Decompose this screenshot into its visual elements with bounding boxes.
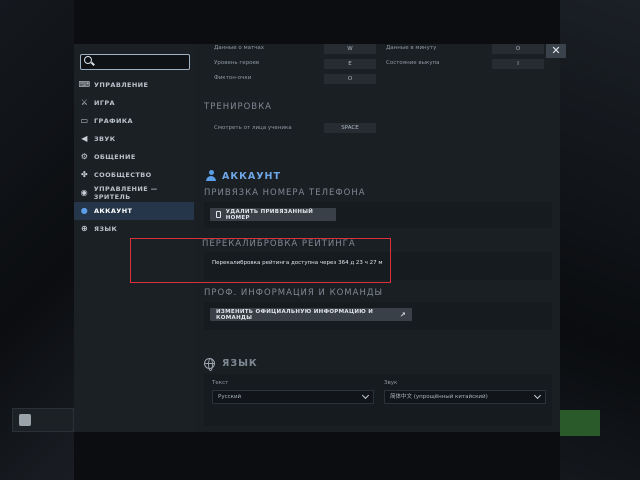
hotkey-label: Данные в минуту — [386, 45, 437, 51]
sidebar-item-label: АККАУНТ — [94, 207, 133, 215]
chevron-down-icon — [533, 391, 542, 400]
background-right — [560, 0, 640, 480]
hotkey-label: Уровень героев — [214, 60, 260, 66]
background-chat-button — [12, 408, 74, 432]
community-icon: ✤ — [80, 170, 89, 179]
hotkey-label: Фиктон-очки — [214, 75, 252, 81]
globe-icon: ⊕ — [80, 224, 89, 233]
background-play-button — [560, 410, 600, 436]
close-button[interactable]: ✕ — [546, 44, 566, 58]
phone-icon — [216, 211, 221, 218]
sidebar-item-social[interactable]: ⚙ ОБЩЕНИЕ — [74, 148, 194, 166]
hotkey-label: Смотреть от лица ученика — [214, 125, 292, 131]
remove-phone-button[interactable]: УДАЛИТЬ ПРИВЯЗАННЫЙ НОМЕР — [210, 208, 336, 221]
sidebar-item-controls[interactable]: ⌨ УПРАВЛЕНИЕ — [74, 76, 194, 94]
user-icon: ● — [80, 206, 89, 215]
hotkey-button[interactable]: O — [324, 74, 376, 84]
account-header: АККАУНТ — [198, 158, 556, 184]
account-title: АККАУНТ — [222, 171, 281, 182]
gamepad-icon: ⌨ — [78, 80, 91, 89]
button-label: ИЗМЕНИТЬ ОФИЦИАЛЬНУЮ ИНФОРМАЦИЮ И КОМАНД… — [216, 308, 374, 321]
audio-language-select[interactable]: 简体中文 (упрощённый китайский) — [384, 390, 546, 404]
chat-icon — [19, 414, 31, 426]
recalibration-highlight-box — [130, 238, 391, 283]
button-label: УДАЛИТЬ ПРИВЯЗАННЫЙ НОМЕР — [225, 208, 314, 221]
language-title: ЯЗЫК — [222, 358, 258, 369]
external-link-icon: ↗ — [399, 310, 406, 319]
hotkey-button[interactable]: I — [492, 59, 544, 69]
hotkey-button[interactable]: E — [324, 59, 376, 69]
search-input[interactable] — [80, 54, 190, 70]
speaker-icon: ◀ — [81, 134, 88, 143]
sidebar-nav: ⌨ УПРАВЛЕНИЕ ⚔ ИГРА ▭ ГРАФИКА ◀ ЗВУК ⚙ ОБЩЕНИ… — [74, 76, 194, 238]
select-value: Русский — [218, 394, 242, 400]
sidebar-item-label: УПРАВЛЕНИЕ — ЗРИТЕЛЬ — [93, 185, 158, 201]
text-language-label: Текст — [212, 380, 229, 386]
sidebar-item-label: ОБЩЕНИЕ — [94, 153, 136, 161]
sidebar-item-graphics[interactable]: ▭ ГРАФИКА — [74, 112, 194, 130]
hotkey-button[interactable]: O — [492, 44, 544, 54]
sidebar-item-account[interactable]: ● АККАУНТ — [74, 202, 194, 220]
sidebar-item-language[interactable]: ⊕ ЯЗЫК — [74, 220, 194, 238]
edit-pro-info-button[interactable]: ИЗМЕНИТЬ ОФИЦИАЛЬНУЮ ИНФОРМАЦИЮ И КОМАНД… — [210, 308, 412, 321]
pro-info-title: ПРОФ. ИНФОРМАЦИЯ И КОМАНДЫ — [204, 288, 383, 298]
hotkey-button[interactable]: W — [324, 44, 376, 54]
sidebar-item-community[interactable]: ✤ СООБЩЕСТВО — [74, 166, 194, 184]
gear-icon: ⚙ — [80, 152, 89, 161]
sidebar-item-label: ЯЗЫК — [94, 225, 118, 233]
sword-icon: ⚔ — [80, 98, 89, 107]
sidebar-item-label: СООБЩЕСТВО — [94, 171, 152, 179]
sidebar-item-label: ЗВУК — [94, 135, 116, 143]
hotkey-label: Данные о матчах — [214, 45, 265, 51]
globe-icon — [204, 358, 215, 371]
monitor-icon: ▭ — [80, 116, 89, 125]
sidebar-item-game[interactable]: ⚔ ИГРА — [74, 94, 194, 112]
audio-language-label: Звук — [384, 380, 398, 386]
eye-icon: ◉ — [80, 188, 89, 197]
sidebar-item-spectator[interactable]: ◉ УПРАВЛЕНИЕ — ЗРИТЕЛЬ — [74, 184, 194, 202]
user-icon — [206, 170, 216, 181]
sidebar-item-label: ГРАФИКА — [94, 117, 133, 125]
chevron-down-icon — [361, 391, 370, 400]
sidebar-item-sound[interactable]: ◀ ЗВУК — [74, 130, 194, 148]
hotkey-button[interactable]: SPACE — [324, 123, 376, 133]
training-title: ТРЕНИРОВКА — [204, 102, 272, 112]
hotkey-label: Состояние выкупа — [386, 60, 440, 66]
sidebar-item-label: ИГРА — [94, 99, 115, 107]
text-language-select[interactable]: Русский — [212, 390, 374, 404]
sidebar-item-label: УПРАВЛЕНИЕ — [94, 81, 149, 89]
select-value: 简体中文 (упрощённый китайский) — [390, 394, 488, 400]
phone-section-title: ПРИВЯЗКА НОМЕРА ТЕЛЕФОНА — [204, 188, 366, 198]
